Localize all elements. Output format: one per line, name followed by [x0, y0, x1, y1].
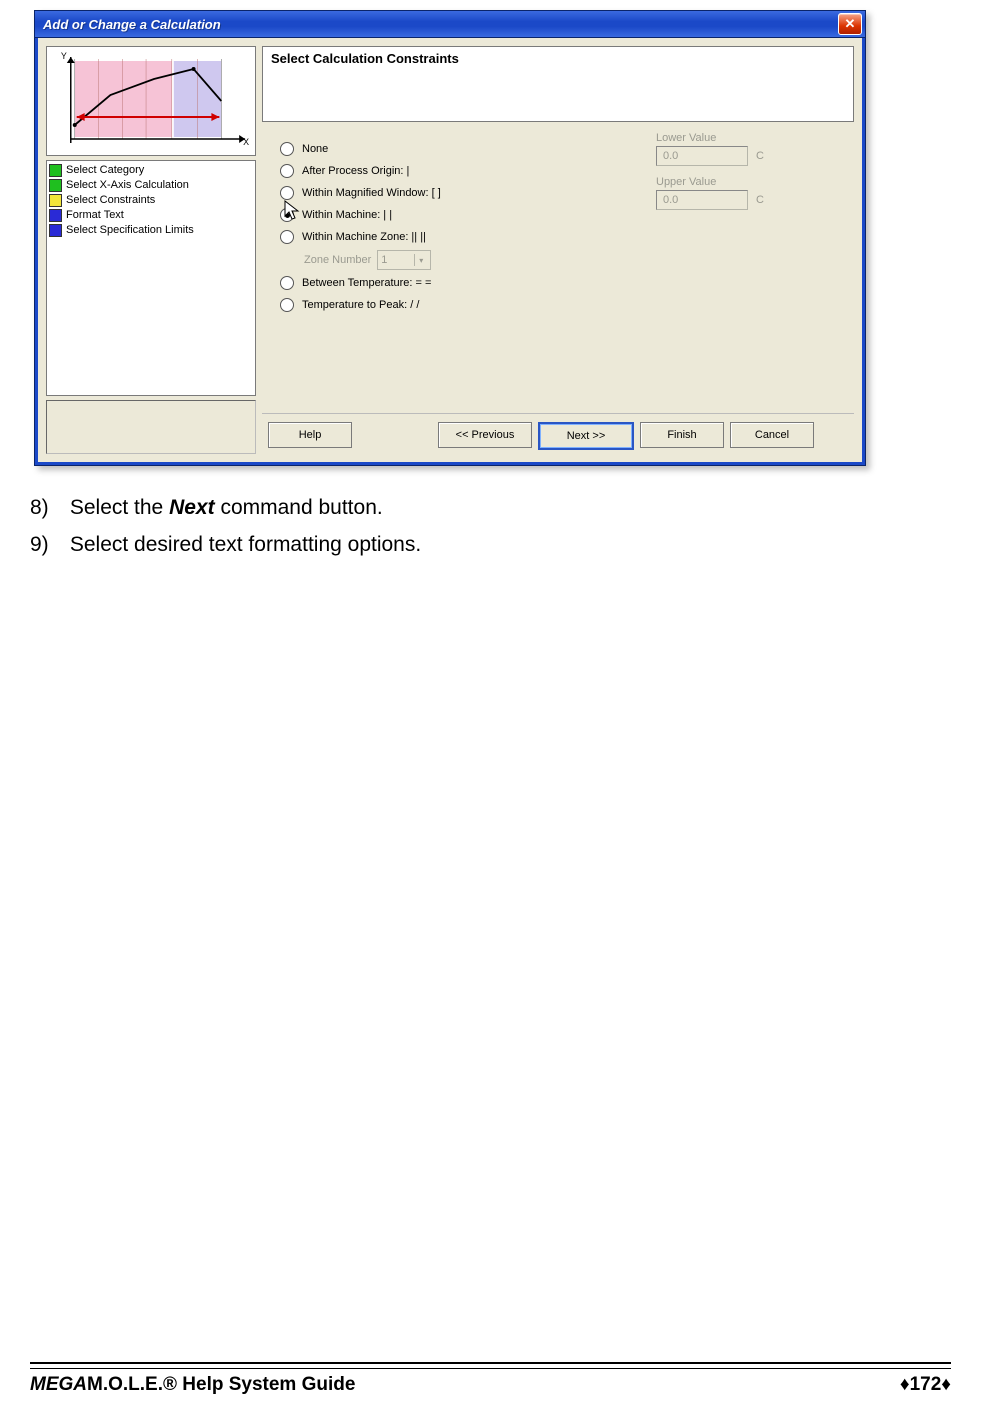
step-label: Format Text — [66, 208, 124, 223]
button-row: Help << Previous Next >> Finish Cancel — [262, 413, 854, 454]
radio-label: Within Magnified Window: [ ] — [302, 187, 441, 199]
wizard-step: Select Specification Limits — [49, 223, 253, 238]
step-color-icon — [49, 179, 62, 192]
next-button[interactable]: Next >> — [538, 422, 634, 450]
radio-option-temperature-to-peak[interactable]: Temperature to Peak: / / — [280, 294, 846, 316]
page-footer: MEGAM.O.L.E.® Help System Guide ♦172♦ — [30, 1362, 951, 1396]
radio-label: None — [302, 143, 328, 155]
step-label: Select Category — [66, 163, 144, 178]
step-color-icon — [49, 164, 62, 177]
radio-label: After Process Origin: | — [302, 165, 409, 177]
footer-title: MEGAM.O.L.E.® Help System Guide — [30, 1374, 355, 1396]
wizard-step: Select X-Axis Calculation — [49, 178, 253, 193]
lower-value-field[interactable]: 0.0 — [656, 146, 748, 166]
upper-value-label: Upper Value — [656, 176, 836, 188]
wizard-step: Format Text — [49, 208, 253, 223]
footer-title-rest: M.O.L.E.® Help System Guide — [87, 1374, 355, 1395]
step-label: Select Specification Limits — [66, 223, 194, 238]
radio-label: Between Temperature: = = — [302, 277, 431, 289]
radio-icon[interactable] — [280, 298, 294, 312]
page-number-value: 172 — [910, 1374, 942, 1395]
radio-label: Temperature to Peak: / / — [302, 299, 419, 311]
radio-icon[interactable] — [280, 276, 294, 290]
step-8: 8) Select the Next command button. — [30, 492, 951, 525]
upper-value-field[interactable]: 0.0 — [656, 190, 748, 210]
value-fields: Lower Value 0.0 C Upper Value 0.0 C — [656, 132, 836, 220]
lower-value-unit: C — [756, 150, 764, 162]
step-text: Select the — [70, 496, 169, 519]
window-title: Add or Change a Calculation — [43, 17, 838, 32]
step-9: 9) Select desired text formatting option… — [30, 529, 951, 562]
chevron-down-icon: ▾ — [414, 254, 427, 266]
dialog-body: Y X — [35, 38, 865, 465]
panel-heading: Select Calculation Constraints — [262, 46, 854, 122]
radio-option-within-machine-zone[interactable]: Within Machine Zone: || || — [280, 226, 846, 248]
zone-number-value: 1 — [381, 254, 387, 266]
radio-label: Within Machine Zone: || || — [302, 231, 426, 243]
step-text: Select desired text formatting options. — [70, 533, 421, 556]
step-text: command button. — [215, 496, 383, 519]
zone-number-label: Zone Number — [304, 254, 371, 266]
footer-rule — [30, 1362, 951, 1366]
radio-icon[interactable] — [280, 186, 294, 200]
radio-icon[interactable] — [280, 230, 294, 244]
close-icon[interactable]: ✕ — [838, 13, 862, 35]
wizard-dialog: Add or Change a Calculation ✕ Y X — [34, 10, 866, 466]
radio-label: Within Machine: | | — [302, 209, 392, 221]
finish-button[interactable]: Finish — [640, 422, 724, 448]
step-color-icon — [49, 209, 62, 222]
cancel-button[interactable]: Cancel — [730, 422, 814, 448]
preview-graph: Y X — [46, 46, 256, 156]
step-label: Select Constraints — [66, 193, 155, 208]
radio-icon[interactable] — [280, 142, 294, 156]
step-number: 9) — [30, 529, 64, 562]
diamond-icon: ♦ — [900, 1374, 910, 1395]
lower-value-block: Lower Value 0.0 C — [656, 132, 836, 166]
wizard-main: Select Calculation Constraints None Afte… — [262, 46, 854, 454]
step-color-icon — [49, 224, 62, 237]
svg-text:Y: Y — [61, 51, 67, 61]
step-bold: Next — [169, 496, 215, 519]
wizard-step: Select Constraints — [49, 193, 253, 208]
diamond-icon: ♦ — [941, 1374, 951, 1395]
previous-button[interactable]: << Previous — [438, 422, 532, 448]
upper-value: 0.0 — [663, 194, 678, 206]
page-number: ♦172♦ — [900, 1374, 951, 1396]
titlebar[interactable]: Add or Change a Calculation ✕ — [35, 11, 865, 38]
radio-option-between-temperature[interactable]: Between Temperature: = = — [280, 272, 846, 294]
lower-value: 0.0 — [663, 150, 678, 162]
upper-value-block: Upper Value 0.0 C — [656, 176, 836, 210]
radio-icon[interactable] — [280, 164, 294, 178]
step-color-icon — [49, 194, 62, 207]
footer-rule — [30, 1368, 951, 1370]
lower-value-label: Lower Value — [656, 132, 836, 144]
wizard-sidebar: Y X — [46, 46, 256, 454]
hint-panel — [46, 400, 256, 454]
radio-icon[interactable] — [280, 208, 294, 222]
zone-number-row: Zone Number 1 ▾ — [304, 248, 846, 272]
footer-title-em: MEGA — [30, 1374, 87, 1395]
upper-value-unit: C — [756, 194, 764, 206]
help-button[interactable]: Help — [268, 422, 352, 448]
step-number: 8) — [30, 492, 64, 525]
zone-number-select[interactable]: 1 ▾ — [377, 250, 431, 270]
constraints-options: None After Process Origin: | Within Magn… — [262, 122, 854, 413]
instruction-text: 8) Select the Next command button. 9) Se… — [30, 492, 951, 561]
wizard-steps-list: Select Category Select X-Axis Calculatio… — [46, 160, 256, 396]
wizard-step: Select Category — [49, 163, 253, 178]
step-label: Select X-Axis Calculation — [66, 178, 189, 193]
